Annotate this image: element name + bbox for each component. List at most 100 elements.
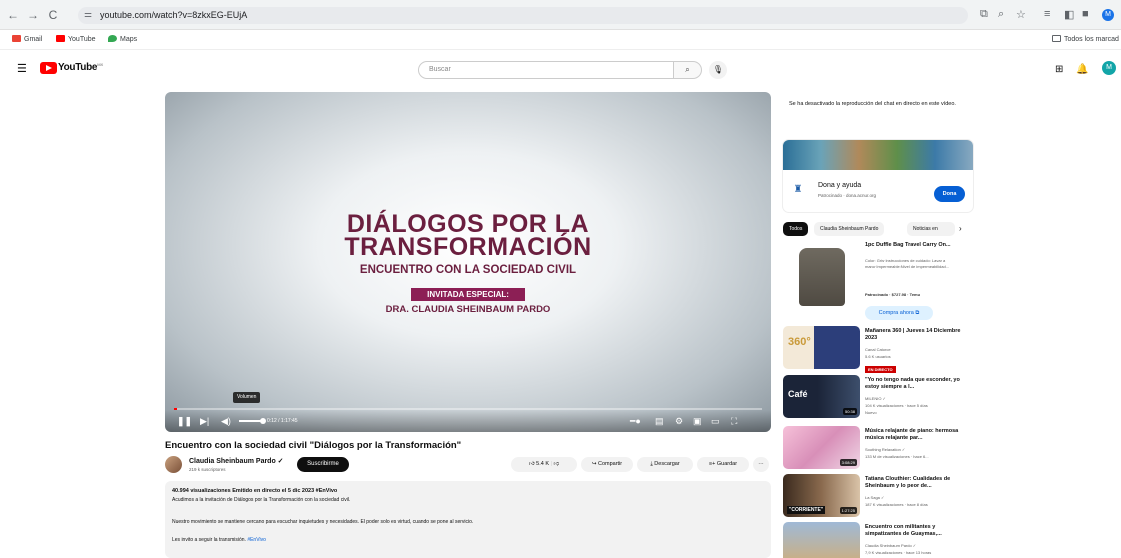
address-bar[interactable]: ⚌ youtube.com/watch?v=8zkxEG-EUjA xyxy=(78,7,968,24)
video-player[interactable]: DIÁLOGOS POR LA TRANSFORMACIÓN ENCUENTRO… xyxy=(165,92,771,432)
time-display: 0:12 / 1:17:45 xyxy=(267,418,298,424)
chevron-right-icon[interactable]: › xyxy=(959,224,962,233)
rec-title[interactable]: 1pc Duffle Bag Travel Carry On... xyxy=(865,242,970,249)
rec-thumbnail[interactable]: "CORRIENTE" 1:27:25 xyxy=(783,474,860,517)
channel-name[interactable]: Claudia Sheinbaum Pardo ✓ xyxy=(189,457,284,465)
volume-knob[interactable] xyxy=(260,418,266,424)
forward-icon[interactable]: → xyxy=(26,8,40,22)
rec-stats: 5.6 K usuarios xyxy=(865,354,891,359)
description-line: Les invito a seguir la transmisión. #EnV… xyxy=(172,537,266,543)
channel-avatar[interactable] xyxy=(165,456,182,473)
zoom-icon[interactable]: ⌕ xyxy=(998,8,1004,21)
tab-search-icon[interactable]: ■ xyxy=(1082,8,1089,20)
duration-badge: 1:27:25 xyxy=(839,507,857,514)
youtube-play-icon xyxy=(40,62,57,74)
maps-icon xyxy=(108,35,117,42)
notifications-bell-icon[interactable]: 🔔 xyxy=(1076,64,1088,75)
create-video-icon[interactable]: ⊞ xyxy=(1055,64,1063,75)
rec-thumbnail[interactable]: 3:08:29 xyxy=(783,426,860,469)
all-bookmarks[interactable]: Todos los marcad xyxy=(1052,35,1119,43)
gmail-icon xyxy=(12,35,21,42)
search-button[interactable]: ⌕ xyxy=(674,61,702,79)
settings-gear-icon[interactable]: ⚙ xyxy=(675,416,683,426)
rec-thumbnail[interactable]: 360° xyxy=(783,326,860,369)
ad-title: Dona y ayuda xyxy=(818,182,862,189)
youtube-logo[interactable]: YouTubeMX xyxy=(40,62,103,74)
acnur-logo-icon: ♜ xyxy=(793,184,803,195)
next-icon[interactable]: ▶| xyxy=(200,416,209,426)
microphone-icon: 🎙 xyxy=(712,65,724,74)
rec-thumbnail[interactable] xyxy=(783,522,860,558)
description-meta: 40.994 visualizaciones Emitido en direct… xyxy=(172,488,338,494)
player-controls: ❚❚ ▶| ◀) 0:12 / 1:17:45 ━● ▤ ⚙ ▣ ▭ ⛶ xyxy=(165,410,771,432)
dislike-button[interactable]: 👎︎ xyxy=(554,461,560,467)
search-input[interactable]: Buscar xyxy=(418,61,674,79)
rec-meta: Color: Gris·Instrucciones de cuidado: La… xyxy=(865,258,950,269)
voice-search-button[interactable]: 🎙 xyxy=(709,61,727,79)
search-icon: ⌕ xyxy=(685,65,690,74)
youtube-icon xyxy=(56,35,65,42)
cast-icon[interactable]: ⧉ xyxy=(980,8,988,21)
rec-thumbnail[interactable] xyxy=(783,240,860,312)
rec-channel: Soothing Relaxation ✓ xyxy=(865,447,906,452)
chip-noticias[interactable]: Noticias en xyxy=(907,222,955,236)
volume-icon[interactable]: ◀) xyxy=(221,416,231,426)
like-dislike-group: 👍︎ 5.4 K | 👎︎ xyxy=(511,457,577,472)
reload-icon[interactable]: C xyxy=(46,8,60,22)
rec-title[interactable]: Encuentro con militantes y simpatizantes… xyxy=(865,524,970,538)
rec-title[interactable]: Tatiana Clouthier: Cualidades de Sheinba… xyxy=(865,476,970,490)
subtitles-icon[interactable]: ▤ xyxy=(655,416,664,426)
shop-now-button[interactable]: Compra ahora ⧉ xyxy=(865,306,933,320)
autoplay-toggle-icon[interactable]: ━● xyxy=(630,416,641,426)
chip-all[interactable]: Todos xyxy=(783,222,809,236)
rec-title[interactable]: Música relajante de piano: hermosa músic… xyxy=(865,428,970,442)
more-actions-button[interactable]: ··· xyxy=(753,457,769,472)
site-settings-icon[interactable]: ⚌ xyxy=(84,9,92,20)
rec-title[interactable]: "Yo no tengo nada que esconder, yo estoy… xyxy=(865,377,970,391)
reading-list-icon[interactable]: ≡ xyxy=(1044,8,1050,20)
bookmark-maps[interactable]: Maps xyxy=(108,35,137,43)
ad-card[interactable]: ♜ Dona y ayuda Patrocinado · dona.acnur.… xyxy=(783,140,973,212)
bookmark-gmail[interactable]: Gmail xyxy=(12,35,42,43)
video-frame-title-line2: TRANSFORMACIÓN xyxy=(344,233,592,261)
download-button[interactable]: ⤓ Descargar xyxy=(637,457,693,472)
chip-claudia[interactable]: Claudia Sheinbaum Pardo xyxy=(814,222,885,236)
rec-channel: MILENIO ✓ xyxy=(865,396,886,401)
video-frame-guest: DRA. CLAUDIA SHEINBAUM PARDO xyxy=(385,304,551,315)
external-link-icon: ⧉ xyxy=(915,310,920,316)
subscriber-count: 219 k suscriptores xyxy=(189,467,226,472)
share-button[interactable]: ↪ Compartir xyxy=(581,457,633,472)
like-button[interactable]: 👍︎ 5.4 K xyxy=(529,461,549,467)
account-avatar[interactable]: M xyxy=(1102,61,1116,75)
rec-channel: Claudia Sheinbaum Pardo ✓ xyxy=(865,543,917,548)
bookmark-star-icon[interactable]: ☆ xyxy=(1016,8,1026,21)
save-button[interactable]: ≡+ Guardar xyxy=(697,457,749,472)
back-icon[interactable]: ← xyxy=(6,8,20,22)
description-box[interactable]: 40.994 visualizaciones Emitido en direct… xyxy=(165,481,771,558)
thumbs-down-icon: 👎︎ xyxy=(553,461,560,467)
duration-badge: 3:08:29 xyxy=(839,459,857,466)
save-playlist-icon: ≡+ xyxy=(708,461,717,467)
rec-stats: 7,9 K visualizaciones · hace 13 horas xyxy=(865,550,932,555)
side-panel-icon[interactable]: ◧ xyxy=(1064,8,1074,21)
pause-icon[interactable]: ❚❚ xyxy=(177,416,192,426)
fullscreen-icon[interactable]: ⛶ xyxy=(731,416,737,426)
ad-sponsor: Patrocinado · dona.acnur.org xyxy=(818,193,877,198)
donate-button[interactable]: Dona xyxy=(934,186,965,202)
browser-profile-avatar[interactable]: M xyxy=(1102,9,1114,21)
rec-thumbnail[interactable]: Café 50:38 xyxy=(783,375,860,418)
rec-stats: 187 K visualizaciones · hace 8 días xyxy=(865,502,928,507)
rec-title[interactable]: Mañanera 360 | Jueves 14 Diciembre 2023 xyxy=(865,328,970,342)
miniplayer-icon[interactable]: ▣ xyxy=(693,416,702,426)
subscribe-button[interactable]: Suscribirme xyxy=(297,457,349,472)
cafe-logo: Café xyxy=(788,389,808,399)
volume-tooltip: Volumen xyxy=(233,392,261,403)
video-frame-subtitle: ENCUENTRO CON LA SOCIEDAD CIVIL xyxy=(359,264,577,276)
bookmark-youtube[interactable]: YouTube xyxy=(56,35,96,43)
theater-mode-icon[interactable]: ▭ xyxy=(711,416,720,426)
hashtag-link[interactable]: #EnVivo xyxy=(247,537,266,543)
duration-badge: 50:38 xyxy=(842,408,857,415)
volume-slider[interactable] xyxy=(239,418,266,424)
hamburger-menu-icon[interactable]: ☰ xyxy=(17,62,27,75)
video-frame-badge: INVITADA ESPECIAL: xyxy=(411,288,525,301)
